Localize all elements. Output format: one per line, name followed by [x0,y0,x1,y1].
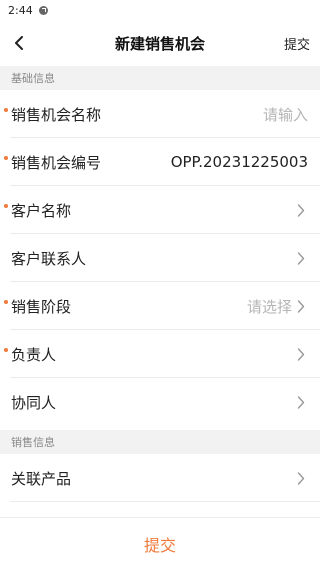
chevron-right-icon [294,203,308,217]
bottom-bar: 提交 [0,517,320,569]
chevron-right-icon [294,395,308,409]
nav-bar: 新建销售机会 提交 [0,20,320,66]
required-mark [4,204,8,208]
opportunity-name-input[interactable]: 请输入 [263,104,308,125]
submit-action-button[interactable]: 提交 [284,34,310,53]
chevron-right-icon [294,251,308,265]
chevron-left-icon [15,36,23,50]
page-title: 新建销售机会 [114,34,205,53]
field-label: 关联产品 [11,469,72,488]
customer-contact-field[interactable]: 客户联系人 [0,234,320,282]
field-label: 销售阶段 [11,297,72,316]
customer-name-field[interactable]: 客户名称 [0,186,320,234]
required-mark [4,108,8,112]
opportunity-name-field[interactable]: 销售机会名称 请输入 [0,90,320,138]
status-bar: 2:44 [0,0,320,20]
field-label: 客户名称 [11,201,72,220]
sales-stage-select[interactable]: 请选择 [247,296,292,317]
collaborator-field[interactable]: 协同人 [0,378,320,426]
circle-icon [38,5,48,15]
chevron-right-icon [294,299,308,313]
opportunity-number-field: 销售机会编号 OPP.20231225003 [0,138,320,186]
chevron-right-icon [294,347,308,361]
chevron-right-icon [294,471,308,485]
divider [10,501,320,502]
required-mark [4,348,8,352]
submit-button[interactable]: 提交 [114,524,206,564]
section-title: 销售信息 [11,436,55,449]
section-title: 基础信息 [11,72,55,85]
status-time: 2:44 [8,3,33,17]
section-header-basic: 基础信息 [0,66,320,90]
field-label: 销售机会编号 [11,153,102,172]
field-label: 协同人 [11,393,57,412]
back-button[interactable] [10,33,30,53]
section-header-sales: 销售信息 [0,430,320,454]
field-label: 客户联系人 [11,249,87,268]
field-label: 销售机会名称 [11,105,102,124]
field-label: 负责人 [11,345,57,364]
sales-stage-field[interactable]: 销售阶段 请选择 [0,282,320,330]
required-mark [4,156,8,160]
related-products-field[interactable]: 关联产品 [0,454,320,502]
opportunity-number-value: OPP.20231225003 [170,153,308,171]
owner-field[interactable]: 负责人 [0,330,320,378]
required-mark [4,300,8,304]
